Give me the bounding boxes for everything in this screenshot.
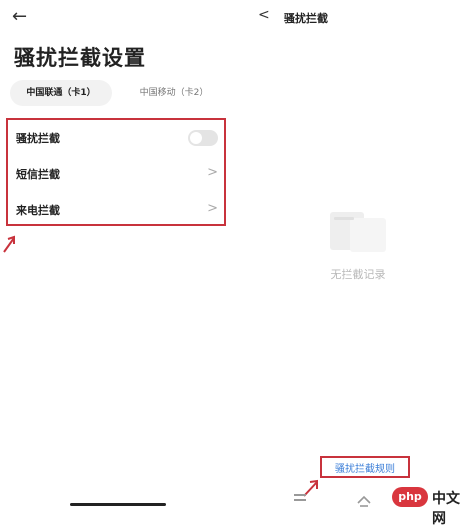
empty-state-icon [330, 212, 386, 252]
page-title: 骚扰拦截设置 [14, 46, 146, 70]
toggle-knob [190, 132, 202, 144]
tab-sim-1[interactable]: 中国联通（卡1） [10, 80, 112, 106]
chevron-right-icon: > [207, 165, 218, 180]
row-label: 骚扰拦截 [16, 132, 60, 145]
annotation-arrow-icon [3, 235, 15, 253]
row-call-block[interactable]: 来电拦截 > [8, 192, 224, 228]
gesture-home-bar[interactable] [70, 503, 166, 506]
tab-sim-2[interactable]: 中国移动（卡2） [122, 80, 226, 106]
page-title: 骚扰拦截 [284, 12, 328, 25]
back-chevron-icon[interactable]: < [258, 7, 270, 23]
nav-line [294, 494, 306, 496]
interception-settings-screen: ← 骚扰拦截设置 中国联通（卡1） 中国移动（卡2） 骚扰拦截 短信拦截 > 来… [0, 0, 236, 510]
nav-menu-icon[interactable] [294, 494, 306, 504]
interception-records-screen: < 骚扰拦截 无拦截记录 骚扰拦截规则 [240, 0, 476, 510]
interception-rules-link[interactable]: 骚扰拦截规则 [335, 464, 395, 475]
row-sms-block[interactable]: 短信拦截 > [8, 156, 224, 192]
sim-card-tabs: 中国联通（卡1） 中国移动（卡2） [10, 80, 226, 106]
chevron-right-icon: > [207, 201, 218, 216]
row-harassment-block[interactable]: 骚扰拦截 [8, 120, 224, 156]
empty-state-text: 无拦截记录 [330, 268, 386, 281]
row-label: 来电拦截 [16, 204, 60, 217]
row-label: 短信拦截 [16, 168, 60, 181]
harassment-block-toggle[interactable] [188, 130, 218, 146]
highlighted-settings-group: 骚扰拦截 短信拦截 > 来电拦截 > [6, 118, 226, 226]
back-arrow-icon[interactable]: ← [12, 8, 27, 26]
watermark-badge: php [392, 487, 428, 507]
nav-line [294, 499, 306, 501]
rules-link-highlight: 骚扰拦截规则 [320, 456, 410, 478]
watermark-text: 中文网 [432, 491, 460, 527]
nav-home-icon[interactable] [356, 494, 372, 508]
site-watermark-logo: php 中文网 [392, 486, 472, 527]
